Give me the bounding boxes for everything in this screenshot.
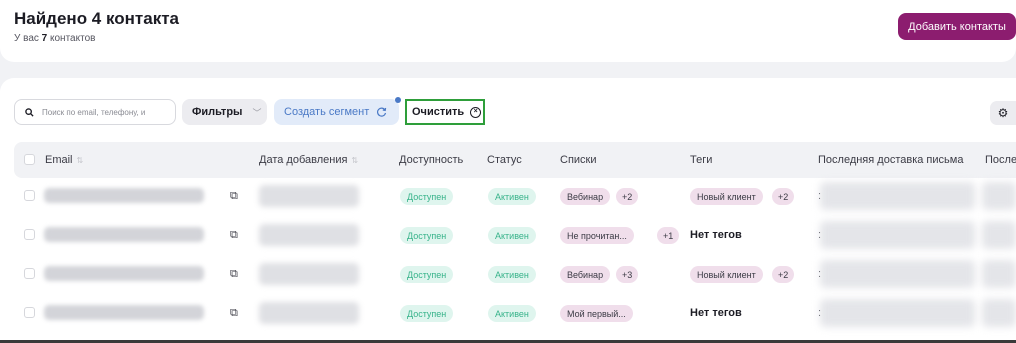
create-segment-button[interactable]: Создать сегмент — [274, 99, 399, 125]
list-more-chip[interactable]: +1 — [657, 227, 680, 244]
list-more-chip[interactable]: +3 — [616, 266, 639, 283]
no-tags-text: Нет тегов — [690, 229, 742, 241]
table-header: Email ⇅ Дата добавления ⇅ Доступность Стат… — [14, 142, 1016, 178]
column-date-label: Дата добавления — [259, 154, 348, 166]
column-availability: Доступность — [399, 154, 464, 166]
status-badge: Активен — [488, 266, 536, 283]
close-circle-icon: × — [470, 106, 482, 118]
page-header: Найдено 4 контакта У вас 7 контактов Доб… — [0, 0, 1016, 62]
refresh-icon — [377, 107, 387, 117]
status-badge: Активен — [488, 188, 536, 205]
chevron-down-icon: ﹀ — [252, 107, 262, 118]
last-delivery-redacted — [820, 299, 975, 327]
row-checkbox[interactable] — [24, 229, 35, 240]
filters-dropdown[interactable]: Фильтры ﹀ — [182, 99, 267, 125]
date-redacted — [259, 224, 359, 246]
tag-chip[interactable]: Новый клиент — [690, 188, 763, 205]
no-tags-text: Нет тегов — [690, 307, 742, 319]
sort-icon: ⇅ — [351, 156, 359, 165]
column-lists: Списки — [560, 154, 597, 166]
list-more-chip[interactable]: +2 — [616, 188, 639, 205]
date-redacted — [259, 263, 359, 285]
list-chip[interactable]: Вебинар — [560, 266, 611, 283]
column-email[interactable]: Email ⇅ — [45, 154, 83, 166]
availability-badge: Доступен — [400, 305, 454, 322]
next-col-redacted — [982, 182, 1016, 210]
tag-more-chip[interactable]: +2 — [772, 188, 795, 205]
column-email-label: Email — [45, 154, 73, 166]
sort-icon: ⇅ — [76, 156, 84, 165]
tag-chip[interactable]: Новый клиент — [690, 266, 763, 283]
external-link-icon[interactable]: ⧉ — [230, 268, 238, 281]
external-link-icon[interactable]: ⧉ — [230, 229, 238, 242]
segment-label: Создать сегмент — [284, 106, 370, 118]
email-redacted — [44, 227, 204, 242]
status-badge: Активен — [488, 305, 536, 322]
table-row[interactable]: ⧉ Доступен Активен Мой первый... Нет тег… — [14, 295, 1016, 331]
row-checkbox[interactable] — [24, 190, 35, 201]
list-chip[interactable]: Вебинар — [560, 188, 611, 205]
last-delivery-redacted — [820, 182, 975, 210]
external-link-icon[interactable]: ⧉ — [230, 307, 238, 320]
add-contacts-button[interactable]: Добавить контакты — [898, 13, 1016, 40]
row-checkbox[interactable] — [24, 307, 35, 318]
contacts-total: У вас 7 контактов — [14, 33, 95, 44]
table-row[interactable]: ⧉ Доступен Активен Не прочитан... +1 Нет… — [14, 217, 1016, 253]
row-checkbox[interactable] — [24, 268, 35, 279]
last-delivery-redacted — [820, 260, 975, 288]
column-date[interactable]: Дата добавления ⇅ — [259, 154, 358, 166]
email-redacted — [44, 266, 204, 281]
next-col-redacted — [982, 221, 1016, 249]
filters-label: Фильтры — [192, 106, 243, 118]
date-redacted — [259, 185, 359, 207]
status-badge: Активен — [488, 227, 536, 244]
date-redacted — [259, 302, 359, 324]
gear-icon[interactable]: ⚙ — [990, 101, 1016, 125]
search-icon — [25, 107, 34, 117]
search-input[interactable]: Поиск по email, телефону, и — [14, 99, 176, 125]
select-all-checkbox[interactable] — [24, 154, 35, 165]
subtitle-suffix: контактов — [47, 33, 96, 44]
table-row[interactable]: ⧉ Доступен Активен Вебинар +2 Новый клие… — [14, 178, 1016, 214]
tag-more-chip[interactable]: +2 — [772, 266, 795, 283]
column-status: Статус — [487, 154, 522, 166]
list-chip[interactable]: Не прочитан... — [560, 227, 634, 244]
email-redacted — [44, 305, 204, 320]
notification-dot — [395, 97, 401, 103]
page-title: Найдено 4 контакта — [14, 9, 179, 28]
column-last-delivery: Последняя доставка письма — [818, 154, 964, 166]
column-next: После — [985, 154, 1016, 166]
clear-filters-button[interactable]: Очистить × — [405, 99, 485, 125]
availability-badge: Доступен — [400, 227, 454, 244]
table-row[interactable]: ⧉ Доступен Активен Вебинар +3 Новый клие… — [14, 256, 1016, 292]
clear-label: Очистить — [412, 106, 465, 118]
search-placeholder: Поиск по email, телефону, и — [42, 107, 146, 117]
external-link-icon[interactable]: ⧉ — [230, 190, 238, 203]
list-chip[interactable]: Мой первый... — [560, 305, 633, 322]
email-redacted — [44, 188, 204, 203]
subtitle-prefix: У вас — [14, 33, 42, 44]
next-col-redacted — [982, 260, 1016, 288]
last-delivery-redacted — [820, 221, 975, 249]
next-col-redacted — [982, 299, 1016, 327]
contacts-panel: Поиск по email, телефону, и Фильтры ﹀ Со… — [0, 78, 1016, 343]
availability-badge: Доступен — [400, 266, 454, 283]
column-tags: Теги — [690, 154, 713, 166]
availability-badge: Доступен — [400, 188, 454, 205]
